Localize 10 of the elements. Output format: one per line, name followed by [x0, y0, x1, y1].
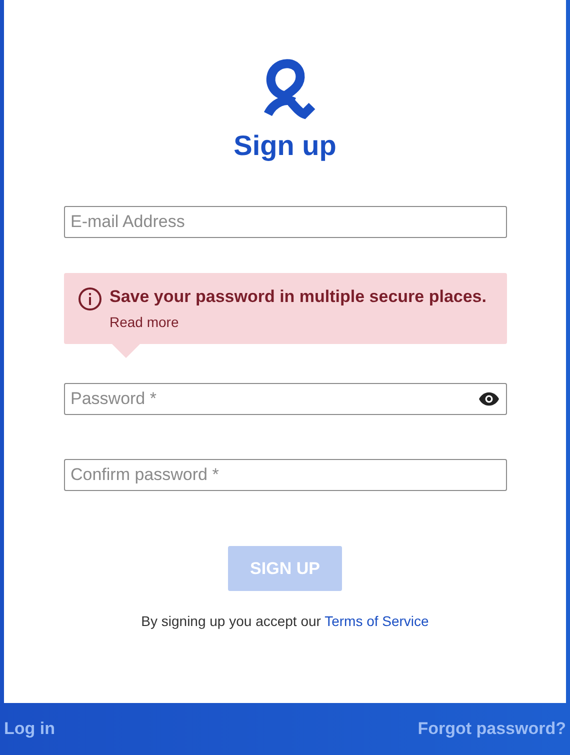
password-field[interactable]: Password * [64, 383, 506, 415]
read-more-link[interactable]: Read more [110, 314, 179, 330]
input-field[interactable]: E-mail Address [64, 206, 506, 238]
log-in-link[interactable]: Log in [4, 719, 55, 739]
page-title: Sign up [234, 130, 336, 162]
forgot-password-link[interactable]: Forgot password? [418, 719, 566, 739]
input-field[interactable]: Confirm password * [64, 459, 506, 491]
terms-text: By signing up you accept our Terms of Service [140, 613, 430, 629]
terms-link[interactable]: Terms of Service [324, 613, 429, 629]
notice-message: Save your password in multiple secure places. [110, 287, 486, 307]
